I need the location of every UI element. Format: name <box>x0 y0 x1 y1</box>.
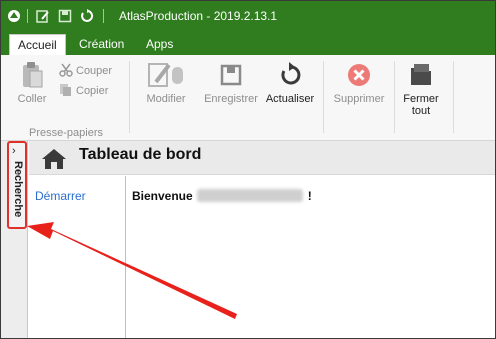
delete-button[interactable]: Supprimer <box>331 61 387 105</box>
refresh-icon[interactable] <box>80 9 94 23</box>
delete-icon <box>348 64 370 86</box>
tab-apps[interactable]: Apps <box>138 34 181 55</box>
copy-button[interactable]: Copier <box>59 83 108 97</box>
app-window: AtlasProduction - 2019.2.13.1 Accueil Cr… <box>0 0 496 339</box>
blurred-username <box>196 189 303 202</box>
save-button[interactable]: Enregistrer <box>201 61 261 105</box>
clipboard-group-label: Presse-papiers <box>29 127 103 139</box>
welcome-message: Bienvenue! <box>132 189 312 203</box>
refresh-label: Actualiser <box>265 93 315 105</box>
home-icon <box>42 149 66 169</box>
edit-button[interactable]: Modifier <box>141 61 191 105</box>
ribbon: Coller Couper Copier Modifier Enregistre… <box>1 55 495 141</box>
paste-icon <box>23 62 43 88</box>
title-separator <box>103 9 104 23</box>
cut-label: Couper <box>76 65 113 77</box>
tab-accueil[interactable]: Accueil <box>9 34 66 55</box>
tab-creation[interactable]: Création <box>71 34 132 55</box>
close-all-label-line1: Fermer <box>403 93 439 105</box>
refresh-icon <box>281 62 301 85</box>
title-bar: AtlasProduction - 2019.2.13.1 <box>1 1 495 31</box>
ribbon-divider <box>394 61 395 133</box>
save-icon[interactable] <box>58 9 72 23</box>
menu-tabs: Accueil Création Apps <box>1 31 495 55</box>
search-panel-tab[interactable]: › Recherche <box>7 141 27 229</box>
welcome-suffix: ! <box>307 189 312 203</box>
edit-icon <box>148 63 183 87</box>
copy-label: Copier <box>76 85 109 97</box>
title-separator <box>27 9 28 23</box>
app-logo-icon <box>8 10 20 22</box>
copy-icon <box>60 84 71 96</box>
edit-label: Modifier <box>146 93 186 105</box>
save-label: Enregistrer <box>204 93 258 105</box>
page-header: Tableau de bord <box>29 141 495 175</box>
save-icon <box>220 64 242 86</box>
nav-column: Démarrer <box>29 176 126 338</box>
main-content: Bienvenue! <box>127 176 495 338</box>
delete-label: Supprimer <box>333 93 385 105</box>
paste-button[interactable]: Coller <box>15 61 49 105</box>
search-panel-label: Recherche <box>12 161 24 218</box>
ribbon-divider <box>453 61 454 133</box>
cut-button[interactable]: Couper <box>59 63 112 77</box>
paste-label: Coller <box>17 93 47 105</box>
window-title: AtlasProduction - 2019.2.13.1 <box>119 9 278 23</box>
ribbon-divider <box>129 61 130 133</box>
welcome-prefix: Bienvenue <box>132 189 193 203</box>
chevron-right-icon: › <box>12 145 16 157</box>
close-all-label-line2: tout <box>411 105 431 117</box>
folder-icon <box>411 64 431 85</box>
close-all-button[interactable]: Fermer tout <box>399 61 443 117</box>
scissors-icon <box>59 63 73 77</box>
start-link[interactable]: Démarrer <box>35 189 86 203</box>
page-title: Tableau de bord <box>79 146 202 163</box>
ribbon-divider <box>323 61 324 133</box>
edit-icon[interactable] <box>36 9 50 23</box>
refresh-button[interactable]: Actualiser <box>263 61 317 105</box>
